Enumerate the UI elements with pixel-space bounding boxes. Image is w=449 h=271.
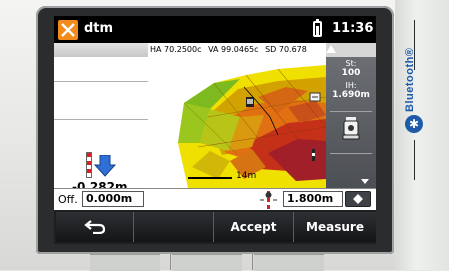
back-button[interactable] [56,212,134,242]
station-info: St: 100 IH: 1.690m [326,57,376,109]
panel-divider [330,153,372,154]
offset-input[interactable]: 0.000m [82,191,144,207]
softkey-empty[interactable] [134,212,214,242]
toolbar-button-2[interactable] [85,43,117,57]
offset-row: Off. 0.000m 1.800m [54,188,376,210]
instrument-height-label: IH: [345,81,357,90]
device-side-panel [395,0,449,270]
map-scale-bar [188,177,232,179]
prism-pole-icon [260,191,277,209]
back-arrow-icon [83,220,105,235]
horizontal-angle: HA 70.2500c [150,45,202,54]
station-panel: St: 100 IH: 1.690m [326,57,376,188]
cut-down-arrow-icon [94,155,116,177]
toolbar-button-1[interactable] [54,43,86,57]
survey-rod-icon [86,152,92,178]
hardware-key-divider [170,254,171,270]
slope-distance: SD 70.678 [265,45,307,54]
vertical-angle: VA 99.0465c [208,45,259,54]
total-station-icon[interactable] [340,115,362,145]
toolbar-button-3[interactable] [116,43,149,57]
hardware-key-1[interactable] [90,254,160,271]
instrument-height-value: 1.690m [332,90,370,100]
target-prism-icon [353,194,363,204]
panel-divider [54,119,148,120]
station-value: 100 [341,68,361,78]
offset-label: Off. [58,193,78,206]
hardware-key-2[interactable] [172,254,242,271]
app-logo-icon[interactable] [58,20,78,40]
battery-icon [313,19,322,37]
panel-divider [54,81,148,82]
device-screen: dtm 11:36 HA 70.2500c VA 99.0465c SD 70.… [54,16,376,244]
hardware-key-3[interactable] [254,254,324,271]
measure-button[interactable]: Measure [294,212,376,242]
bluetooth-divider-bottom [414,140,415,180]
clock: 11:36 [332,21,374,36]
bluetooth-label: Bluetooth® [404,47,416,112]
hardware-key-divider [252,254,253,270]
station-label: St: [345,59,357,68]
scroll-down-icon[interactable] [361,179,369,184]
title-bar: dtm 11:36 [54,16,376,43]
accept-button[interactable]: Accept [214,212,294,242]
map-scale-label: 14m [236,171,257,181]
app-title: dtm [84,21,114,36]
target-selector-button[interactable] [345,191,371,207]
bluetooth-icon: ✱ [405,115,423,133]
target-height-input[interactable]: 1.800m [283,191,343,207]
terrain-surface [178,65,326,188]
softkey-bar: Accept Measure [54,210,376,244]
measurement-readout: HA 70.2500c VA 99.0465c SD 70.678 [148,43,326,57]
expand-up-icon[interactable] [326,45,336,53]
terrain-map[interactable]: 14m [148,57,326,188]
stakeout-panel: -0.282m [54,57,148,194]
panel-divider [330,111,372,112]
